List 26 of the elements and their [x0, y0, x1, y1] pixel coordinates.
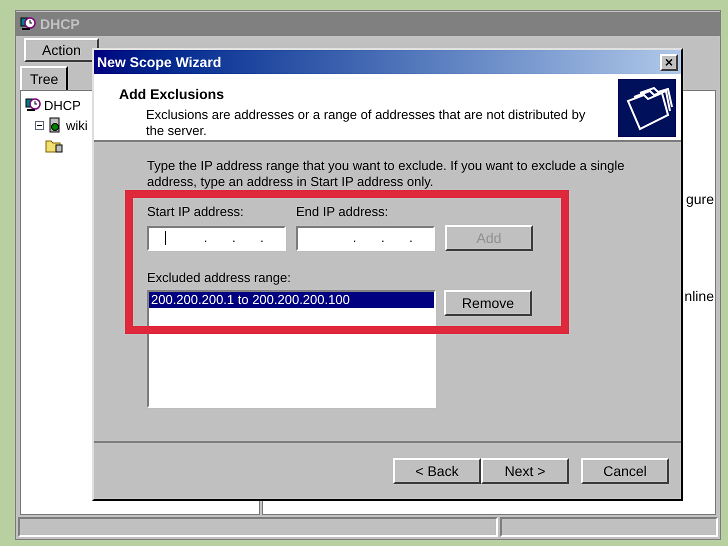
- list-item[interactable]: 200.200.200.1 to 200.200.200.100: [149, 292, 434, 308]
- tree-item[interactable]: DHCP: [44, 98, 81, 112]
- wizard-button[interactable]: < Back: [393, 458, 481, 484]
- step-description: Exclusions are addresses or a range of addresses that are not distributed by the server.: [145, 107, 586, 139]
- remove-button[interactable]: Remove: [444, 290, 532, 316]
- tree-item[interactable]: wiki: [66, 118, 88, 132]
- field-label: Excluded address range:: [147, 268, 292, 287]
- field-label: End IP address:: [296, 203, 390, 221]
- clock-computer-icon: [25, 97, 41, 113]
- tab[interactable]: Tree: [20, 66, 68, 90]
- pane-text: nline: [684, 287, 714, 306]
- close-button[interactable]: ×: [660, 54, 678, 70]
- window-title: DHCP: [40, 14, 80, 34]
- dialog-title: New Scope Wizard: [97, 52, 222, 72]
- ip-address-field[interactable]: . . .: [296, 226, 435, 250]
- folders-icon: [618, 79, 676, 137]
- instructions-text: Type the IP address range that you want to exclude. If you want to exclude a single address, type an address in Start IP address only.: [147, 158, 626, 190]
- step-heading: Add Exclusions: [119, 85, 226, 104]
- collapse-icon[interactable]: [35, 120, 44, 130]
- pane-text: gure: [686, 190, 714, 209]
- field-label: Start IP address:: [147, 203, 245, 221]
- ip-address-field[interactable]: . . .: [147, 226, 286, 250]
- wizard-button[interactable]: Cancel: [581, 458, 669, 484]
- clock-computer-icon: [20, 16, 36, 32]
- exclusion-list[interactable]: 200.200.200.1 to 200.200.200.100: [147, 290, 436, 408]
- wizard-button[interactable]: Next >: [481, 458, 569, 484]
